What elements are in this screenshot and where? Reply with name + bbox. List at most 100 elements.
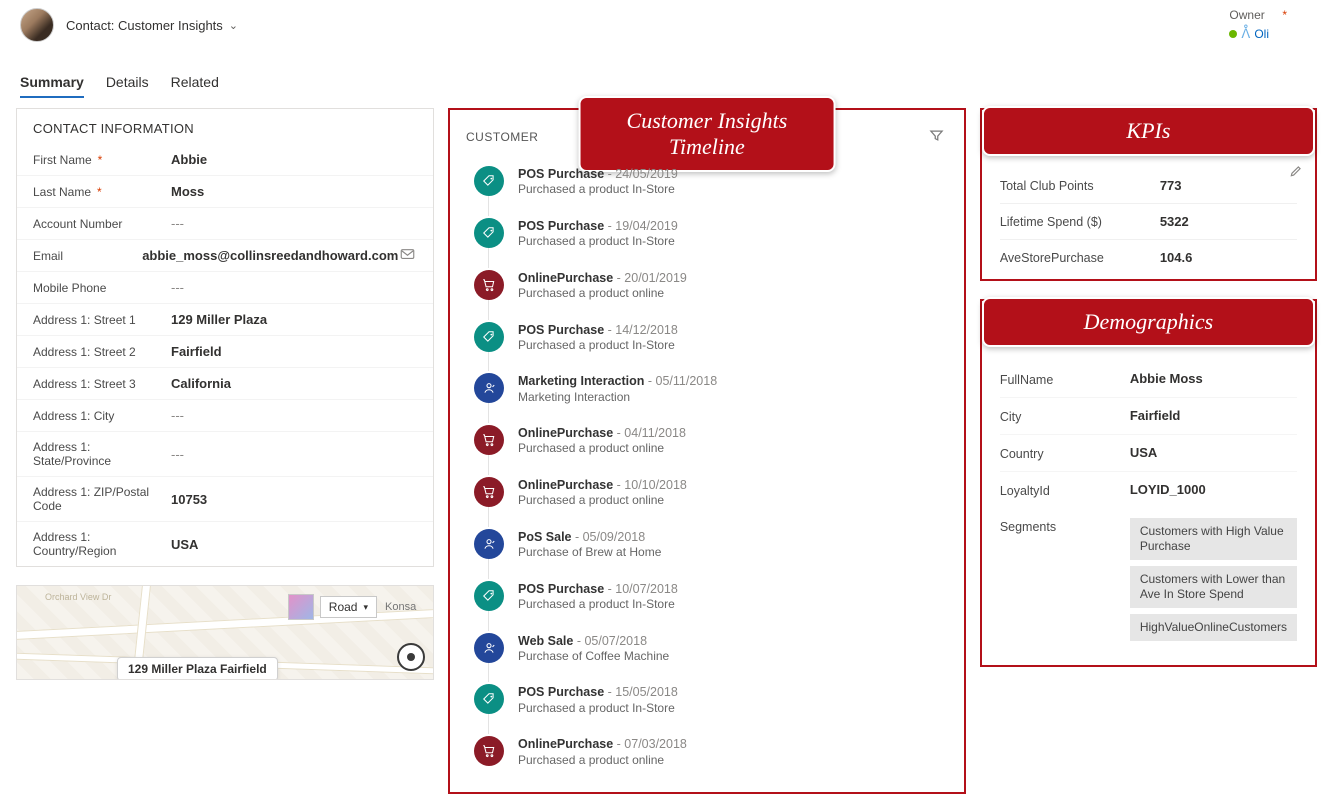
- timeline-item[interactable]: Web Sale - 05/07/2018Purchase of Coffee …: [474, 623, 944, 675]
- form-title-text: Contact: Customer Insights: [66, 18, 223, 33]
- contact-field[interactable]: Address 1: ZIP/Postal Code10753: [17, 477, 433, 522]
- map-street-label: Orchard View Dr: [45, 592, 111, 602]
- map-layer-button[interactable]: [288, 594, 314, 620]
- timeline-date: - 05/09/2018: [572, 530, 646, 544]
- timeline-item[interactable]: POS Purchase - 15/05/2018Purchased a pro…: [474, 674, 944, 726]
- map-locate-button[interactable]: [397, 643, 425, 671]
- demo-row[interactable]: CountryUSA: [1000, 435, 1297, 472]
- timeline-title: POS Purchase: [518, 219, 604, 233]
- map-search-input[interactable]: [383, 600, 425, 614]
- presence-dot-icon: [1229, 30, 1237, 38]
- timeline-item[interactable]: OnlinePurchase - 20/01/2019Purchased a p…: [474, 260, 944, 312]
- timeline-item[interactable]: POS Purchase - 24/05/2019Purchased a pro…: [474, 156, 944, 208]
- timeline-desc: Purchased a product In-Store: [518, 597, 678, 613]
- timeline-item[interactable]: POS Purchase - 19/04/2019Purchased a pro…: [474, 208, 944, 260]
- field-value: Fairfield: [163, 344, 417, 359]
- kpi-value: 5322: [1160, 214, 1189, 229]
- timeline-item[interactable]: OnlinePurchase - 07/03/2018Purchased a p…: [474, 726, 944, 778]
- form-selector[interactable]: Contact: Customer Insights ⌄: [66, 18, 238, 33]
- contact-field[interactable]: Account Number---: [17, 208, 433, 240]
- field-label: Address 1: Street 1: [33, 313, 163, 327]
- map-panel[interactable]: Orchard View Dr Road ▾ 129 Miller Plaza …: [16, 585, 434, 680]
- timeline-title: OnlinePurchase: [518, 737, 613, 751]
- demo-row[interactable]: CityFairfield: [1000, 398, 1297, 435]
- kpi-value: 104.6: [1160, 250, 1193, 265]
- segment-chip[interactable]: Customers with Lower than Ave In Store S…: [1130, 566, 1297, 608]
- contact-field[interactable]: Address 1: State/Province---: [17, 432, 433, 477]
- demo-value: USA: [1130, 445, 1297, 460]
- kpi-row[interactable]: Total Club Points773: [1000, 168, 1297, 204]
- contact-field[interactable]: Address 1: City---: [17, 400, 433, 432]
- contact-field[interactable]: Address 1: Street 1129 Miller Plaza: [17, 304, 433, 336]
- timeline-date: - 10/10/2018: [613, 478, 687, 492]
- demo-label: FullName: [1000, 371, 1130, 387]
- owner-field[interactable]: Owner * ᐰ Oli: [1229, 8, 1269, 42]
- kpi-row[interactable]: AveStorePurchase104.6: [1000, 240, 1297, 275]
- timeline-title: POS Purchase: [518, 582, 604, 596]
- timeline-desc: Purchased a product In-Store: [518, 338, 678, 354]
- maroon-cart-icon: [474, 477, 504, 507]
- timeline-date: - 20/01/2019: [613, 271, 687, 285]
- timeline-date: - 15/05/2018: [604, 685, 678, 699]
- field-value: ---: [163, 280, 417, 295]
- field-value: abbie_moss@collinsreedandhoward.com: [134, 248, 398, 263]
- field-label: Address 1: ZIP/Postal Code: [33, 485, 163, 513]
- field-value: 129 Miller Plaza: [163, 312, 417, 327]
- contact-field[interactable]: Address 1: Street 2Fairfield: [17, 336, 433, 368]
- timeline-date: - 04/11/2018: [613, 426, 686, 440]
- teal-tag-icon: [474, 581, 504, 611]
- contact-avatar[interactable]: [20, 8, 54, 42]
- map-view-selector[interactable]: Road ▾: [320, 596, 377, 618]
- demo-row[interactable]: LoyaltyIdLOYID_1000: [1000, 472, 1297, 508]
- timeline-date: - 14/12/2018: [604, 323, 678, 337]
- contact-field[interactable]: Mobile Phone---: [17, 272, 433, 304]
- timeline-title: PoS Sale: [518, 530, 572, 544]
- navy-person-icon: [474, 373, 504, 403]
- mail-icon[interactable]: [398, 248, 417, 263]
- tab-related[interactable]: Related: [171, 74, 219, 98]
- kpi-value: 773: [1160, 178, 1182, 193]
- timeline-item[interactable]: POS Purchase - 10/07/2018Purchased a pro…: [474, 571, 944, 623]
- contact-field[interactable]: First Name*Abbie: [17, 144, 433, 176]
- demo-row[interactable]: FullNameAbbie Moss: [1000, 361, 1297, 398]
- kpi-callout: KPIs: [982, 106, 1315, 156]
- field-label: Address 1: Country/Region: [33, 530, 163, 558]
- teal-tag-icon: [474, 218, 504, 248]
- teal-tag-icon: [474, 684, 504, 714]
- demo-label: Country: [1000, 445, 1130, 461]
- kpi-row[interactable]: Lifetime Spend ($)5322: [1000, 204, 1297, 240]
- map-address-tooltip: 129 Miller Plaza Fairfield: [117, 657, 278, 680]
- field-label: First Name*: [33, 153, 163, 167]
- timeline-desc: Purchased a product In-Store: [518, 701, 678, 717]
- segments-label: Segments: [1000, 518, 1130, 534]
- page-header: Contact: Customer Insights ⌄ Owner * ᐰ O…: [0, 0, 1329, 46]
- demo-label: City: [1000, 408, 1130, 424]
- segment-chip[interactable]: Customers with High Value Purchase: [1130, 518, 1297, 560]
- timeline-item[interactable]: OnlinePurchase - 04/11/2018Purchased a p…: [474, 415, 944, 467]
- timeline-date: - 05/11/2018: [644, 374, 717, 388]
- timeline-desc: Purchased a product online: [518, 286, 687, 302]
- maroon-cart-icon: [474, 425, 504, 455]
- field-label: Account Number: [33, 217, 163, 231]
- edit-icon[interactable]: [1289, 164, 1303, 181]
- timeline-title: POS Purchase: [518, 167, 604, 181]
- field-label: Mobile Phone: [33, 281, 163, 295]
- timeline-item[interactable]: POS Purchase - 14/12/2018Purchased a pro…: [474, 312, 944, 364]
- segment-chip[interactable]: HighValueOnlineCustomers: [1130, 614, 1297, 641]
- contact-field[interactable]: Emailabbie_moss@collinsreedandhoward.com: [17, 240, 433, 272]
- tab-details[interactable]: Details: [106, 74, 149, 98]
- teal-tag-icon: [474, 166, 504, 196]
- kpi-label: Total Club Points: [1000, 179, 1160, 193]
- contact-field[interactable]: Address 1: Country/RegionUSA: [17, 522, 433, 566]
- field-label: Address 1: Street 2: [33, 345, 163, 359]
- timeline-desc: Purchased a product online: [518, 493, 687, 509]
- timeline-title: Web Sale: [518, 634, 573, 648]
- timeline-item[interactable]: PoS Sale - 05/09/2018Purchase of Brew at…: [474, 519, 944, 571]
- required-marker: *: [98, 153, 103, 167]
- contact-field[interactable]: Last Name*Moss: [17, 176, 433, 208]
- timeline-item[interactable]: Marketing Interaction - 05/11/2018Market…: [474, 363, 944, 415]
- timeline-item[interactable]: OnlinePurchase - 10/10/2018Purchased a p…: [474, 467, 944, 519]
- filter-icon[interactable]: [929, 128, 944, 146]
- tab-summary[interactable]: Summary: [20, 74, 84, 98]
- contact-field[interactable]: Address 1: Street 3California: [17, 368, 433, 400]
